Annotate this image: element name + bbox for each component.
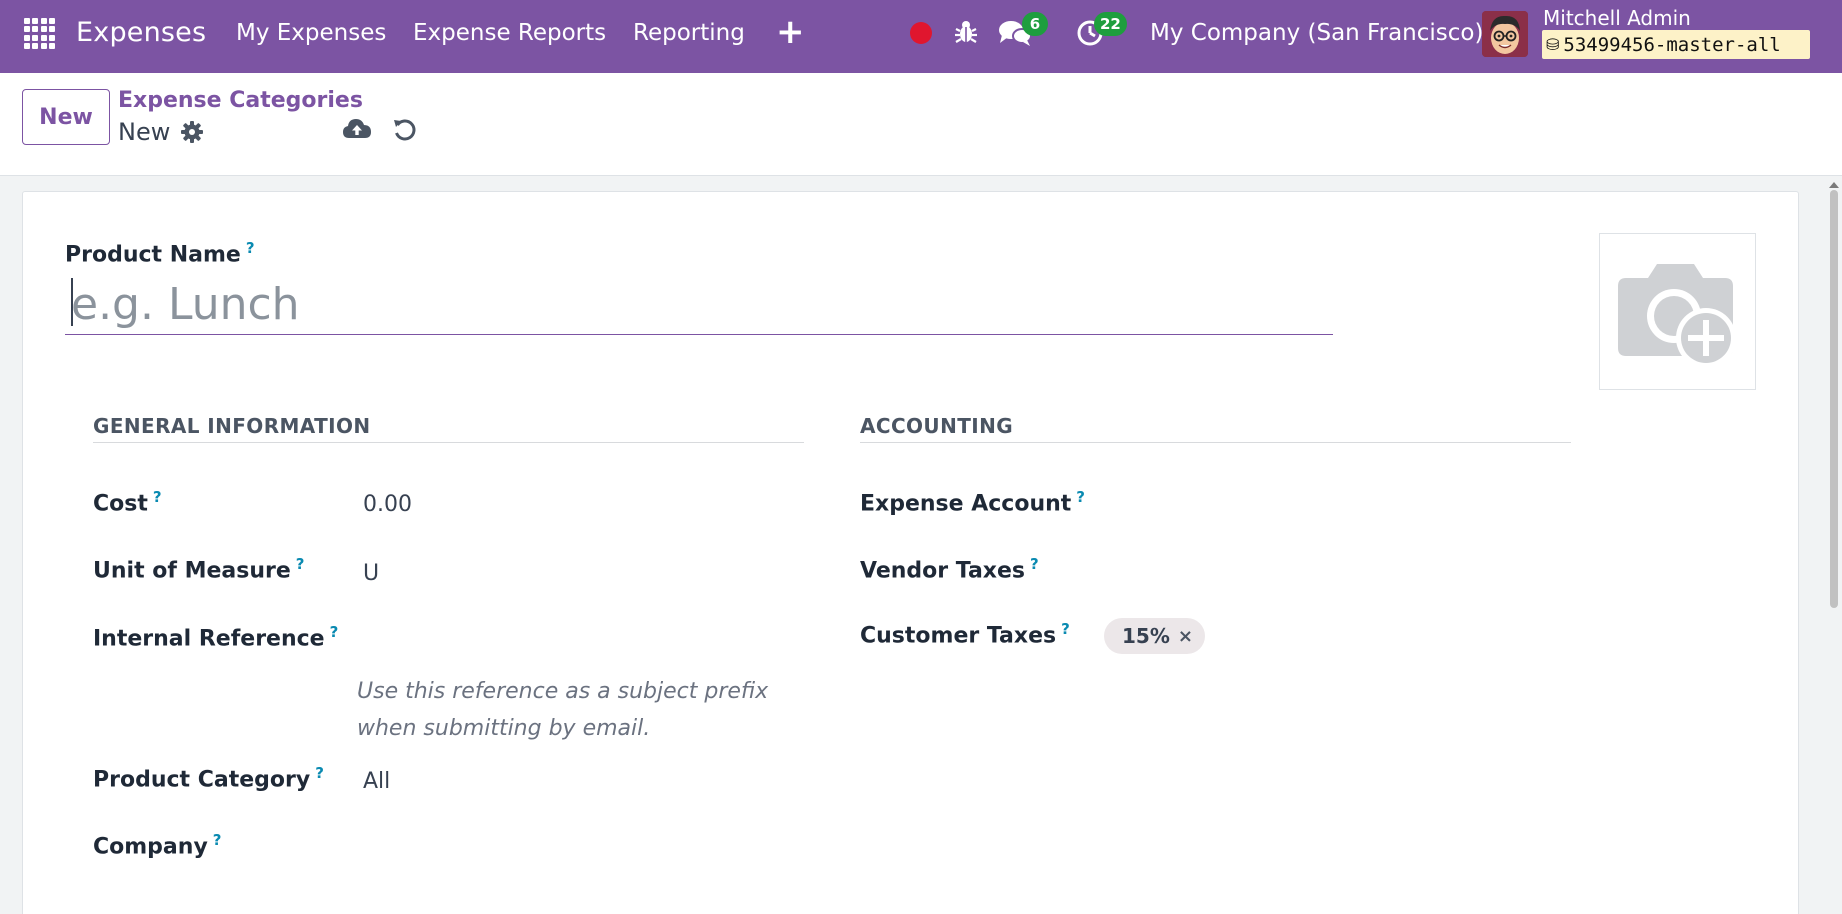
user-avatar[interactable] xyxy=(1482,11,1528,57)
database-icon: ⛁ xyxy=(1546,35,1560,54)
product-image-upload[interactable] xyxy=(1599,233,1756,390)
scrollbar-thumb[interactable] xyxy=(1830,190,1838,608)
record-icon[interactable] xyxy=(910,22,932,44)
remove-tag-icon[interactable]: × xyxy=(1178,626,1193,647)
new-record-button[interactable]: New xyxy=(22,89,110,145)
product-name-label-text: Product Name xyxy=(65,242,241,268)
user-name[interactable]: Mitchell Admin xyxy=(1543,6,1691,30)
general-information-heading: GENERAL INFORMATION xyxy=(93,414,371,438)
menu-reporting[interactable]: Reporting xyxy=(633,20,745,46)
cost-label-text: Cost xyxy=(93,491,148,517)
company-label: Company? xyxy=(93,831,221,859)
customer-taxes-help-icon[interactable]: ? xyxy=(1061,620,1070,638)
expense-account-help-icon[interactable]: ? xyxy=(1076,488,1085,506)
top-navbar: Expenses My Expenses Expense Reports Rep… xyxy=(0,0,1842,73)
cost-help-icon[interactable]: ? xyxy=(153,488,162,506)
bug-icon[interactable] xyxy=(954,19,978,49)
text-caret xyxy=(71,278,73,326)
vertical-scrollbar[interactable] xyxy=(1828,182,1840,914)
product-name-label: Product Name? xyxy=(65,239,255,267)
menu-expense-reports[interactable]: Expense Reports xyxy=(413,20,606,46)
product-name-help-icon[interactable]: ? xyxy=(246,239,255,257)
company-switcher[interactable]: My Company (San Francisco) xyxy=(1150,20,1483,46)
messages-count-badge: 6 xyxy=(1022,12,1048,36)
camera-add-icon xyxy=(1618,264,1736,368)
database-name: 53499456-master-all xyxy=(1563,33,1781,56)
vendor-taxes-label: Vendor Taxes? xyxy=(860,555,1039,583)
product-category-help-icon[interactable]: ? xyxy=(315,764,324,782)
internal-reference-help-text: Use this reference as a subject prefix w… xyxy=(357,679,769,741)
vendor-taxes-label-text: Vendor Taxes xyxy=(860,558,1025,584)
customer-tax-tag-label: 15% xyxy=(1122,624,1170,648)
scroll-up-arrow-icon[interactable] xyxy=(1829,182,1839,188)
customer-taxes-label: Customer Taxes? xyxy=(860,620,1070,648)
product-category-label: Product Category? xyxy=(93,764,324,792)
control-panel: New Expense Categories New xyxy=(0,73,1842,176)
product-name-input[interactable] xyxy=(65,275,1333,335)
unit-of-measure-label-text: Unit of Measure xyxy=(93,558,291,584)
accounting-section-divider xyxy=(860,442,1571,443)
customer-tax-tag[interactable]: 15% × xyxy=(1104,618,1205,654)
activities-count-badge: 22 xyxy=(1094,12,1127,36)
company-help-icon[interactable]: ? xyxy=(213,831,222,849)
expense-account-label: Expense Account? xyxy=(860,488,1085,516)
customer-taxes-label-text: Customer Taxes xyxy=(860,623,1057,649)
save-cloud-icon[interactable] xyxy=(342,117,372,145)
internal-reference-help-icon[interactable]: ? xyxy=(330,623,339,641)
gear-icon[interactable] xyxy=(180,120,204,148)
app-name[interactable]: Expenses xyxy=(76,17,206,48)
cost-label: Cost? xyxy=(93,488,162,516)
expense-account-label-text: Expense Account xyxy=(860,491,1072,517)
product-category-field[interactable]: All xyxy=(363,769,390,794)
company-label-text: Company xyxy=(93,834,208,860)
breadcrumb-current: New xyxy=(118,118,171,146)
general-section-divider xyxy=(93,442,804,443)
unit-of-measure-field[interactable]: U xyxy=(363,561,379,586)
app-grid-icon[interactable] xyxy=(24,18,56,50)
internal-reference-label: Internal Reference? xyxy=(93,623,338,651)
add-menu-plus-icon[interactable]: + xyxy=(776,12,805,52)
internal-reference-label-text: Internal Reference xyxy=(93,626,325,652)
cost-field[interactable]: 0.00 xyxy=(363,492,412,517)
vendor-taxes-help-icon[interactable]: ? xyxy=(1030,555,1039,573)
unit-of-measure-help-icon[interactable]: ? xyxy=(296,555,305,573)
menu-my-expenses[interactable]: My Expenses xyxy=(236,20,386,46)
discard-undo-icon[interactable] xyxy=(392,117,418,147)
unit-of-measure-label: Unit of Measure? xyxy=(93,555,304,583)
product-category-label-text: Product Category xyxy=(93,767,311,793)
breadcrumb-expense-categories[interactable]: Expense Categories xyxy=(118,88,363,113)
accounting-heading: ACCOUNTING xyxy=(860,414,1014,438)
database-badge: ⛁ 53499456-master-all xyxy=(1542,30,1810,59)
